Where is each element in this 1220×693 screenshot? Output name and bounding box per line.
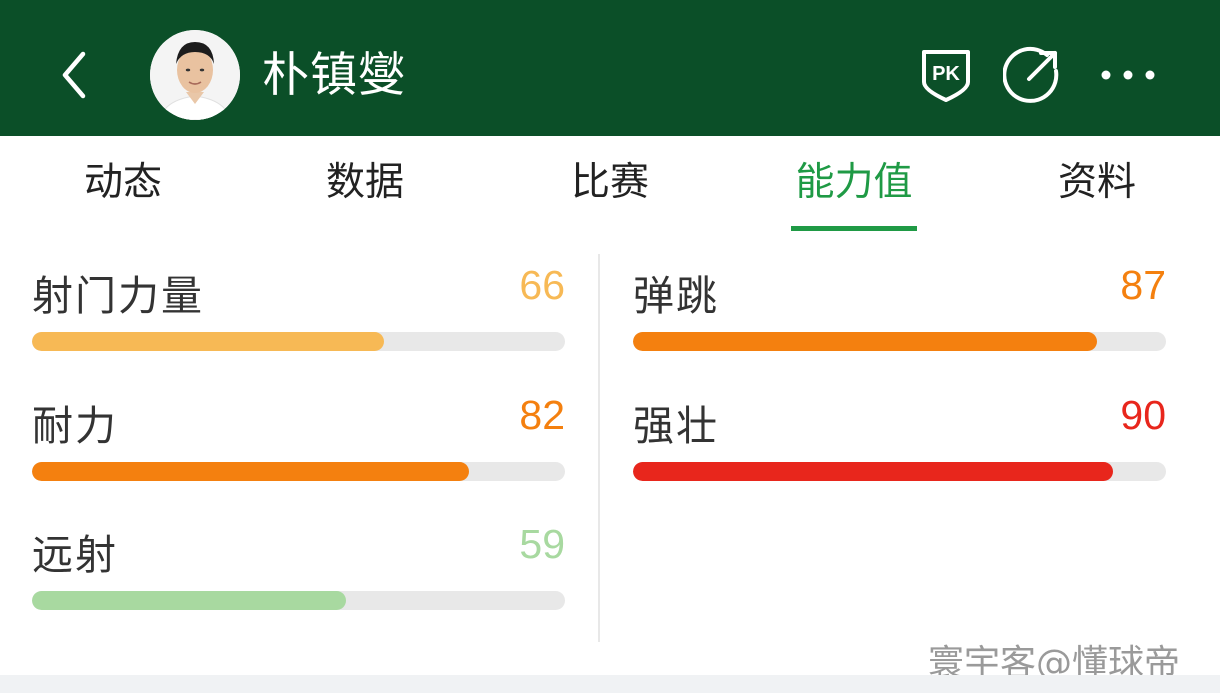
stat-bar-track	[633, 332, 1166, 351]
player-avatar[interactable]	[150, 30, 240, 120]
stat-label: 强壮	[633, 402, 719, 450]
stat-long-shots: 远射 59	[32, 515, 565, 615]
stat-strength: 强壮 90	[633, 386, 1166, 486]
tab-matches[interactable]: 比赛	[549, 158, 671, 208]
svg-text:PK: PK	[932, 63, 960, 85]
tab-ability[interactable]: 能力值	[780, 158, 928, 208]
stat-stamina: 耐力 82	[32, 386, 565, 486]
stat-value: 66	[519, 262, 565, 308]
stat-bar-fill	[32, 332, 384, 351]
stat-bar-track	[32, 332, 565, 351]
player-name: 朴镇燮	[262, 48, 406, 103]
footer-bar	[0, 675, 1220, 693]
stat-label: 远射	[32, 531, 118, 579]
stat-value: 87	[1120, 262, 1166, 308]
stat-shot-power: 射门力量 66	[32, 256, 565, 356]
stat-jumping: 弹跳 87	[633, 256, 1166, 356]
back-arrow-icon	[62, 51, 86, 99]
column-divider	[598, 254, 600, 642]
tab-profile[interactable]: 资料	[1036, 158, 1158, 208]
stat-bar-fill	[633, 332, 1097, 351]
stat-label: 弹跳	[633, 272, 719, 320]
back-button[interactable]	[44, 40, 104, 110]
app-header: 朴镇燮 PK	[0, 0, 1220, 136]
active-tab-indicator	[791, 226, 917, 231]
share-button[interactable]	[1002, 44, 1064, 106]
stat-bar-fill	[32, 591, 347, 610]
stat-bar-track	[32, 462, 565, 481]
more-dots-icon	[1101, 70, 1155, 80]
pk-button[interactable]: PK	[915, 44, 977, 106]
share-icon	[1003, 46, 1059, 103]
player-photo	[150, 30, 240, 120]
more-button[interactable]	[1096, 44, 1160, 106]
tab-dynamics[interactable]: 动态	[62, 158, 184, 208]
stat-label: 射门力量	[32, 272, 204, 320]
stat-bar-fill	[32, 462, 470, 481]
stat-bar-track	[633, 462, 1166, 481]
stat-bar-fill	[633, 462, 1113, 481]
tab-data[interactable]: 数据	[304, 158, 426, 208]
tab-bar: 动态 数据 比赛 能力值 资料	[0, 136, 1220, 232]
stat-value: 59	[519, 521, 565, 567]
stat-value: 82	[519, 392, 565, 438]
stat-bar-track	[32, 591, 565, 610]
pk-shield-icon: PK	[922, 50, 970, 102]
stat-label: 耐力	[32, 402, 118, 450]
stat-value: 90	[1120, 392, 1166, 438]
